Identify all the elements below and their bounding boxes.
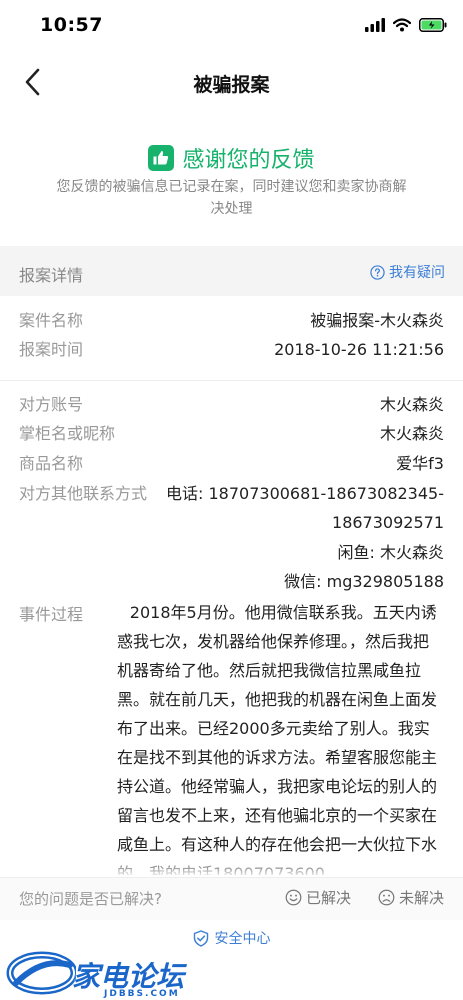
account-row: 对方账号 木火森炎 [19, 393, 444, 417]
unresolved-button[interactable]: 未解决 [378, 887, 444, 908]
section-title: 报案详情 [19, 266, 84, 285]
contact-phone-cont: 18673092571 [332, 513, 444, 532]
nickname-label: 掌柜名或昵称 [19, 424, 116, 443]
help-link-label: 我有疑问 [389, 265, 445, 281]
account-label: 对方账号 [19, 395, 84, 414]
product-value: 爱华f3 [396, 454, 444, 473]
process-label: 事件过程 [19, 605, 84, 624]
contact-xianyu: 闲鱼: 木火森炎 [337, 543, 444, 562]
process-text: 2018年5月份。他用微信联系我。五天内诱惑我七次，发机器给他保养修理。，然后我… [117, 603, 438, 875]
logo-swirl-icon [6, 951, 76, 995]
status-bar: 10:57 [0, 0, 463, 52]
product-label: 商品名称 [19, 454, 84, 473]
contact-wechat: 微信: mg329805188 [284, 572, 444, 591]
report-time-label: 报案时间 [19, 340, 84, 359]
content-fade [0, 855, 463, 877]
resolve-bar: 您的问题是否已解决? 已解决 未解决 [0, 877, 463, 920]
resolved-button[interactable]: 已解决 [285, 887, 351, 908]
nav-bar: 被骗报案 [0, 52, 463, 112]
help-link[interactable]: 我有疑问 [370, 262, 445, 282]
watermark-logo: 家电论坛 JDBBS.COM [6, 945, 306, 1000]
resolve-question: 您的问题是否已解决? [19, 890, 162, 908]
feedback-title: 感谢您的反馈 [182, 148, 315, 173]
case-name-label: 案件名称 [19, 311, 84, 330]
frown-icon [378, 889, 395, 906]
nickname-row: 掌柜名或昵称 木火森炎 [19, 422, 444, 446]
divider [0, 380, 463, 381]
feedback-subtitle: 您反馈的被骗信息已记录在案，同时建议您和卖家协商解决处理 [56, 179, 407, 217]
account-value: 木火森炎 [379, 395, 444, 414]
page-title: 被骗报案 [193, 74, 270, 96]
product-row: 商品名称 爱华f3 [19, 452, 444, 476]
signal-icon [365, 18, 385, 32]
report-time-row: 报案时间 2018-10-26 11:21:56 [19, 338, 444, 362]
shield-icon [193, 929, 208, 947]
smile-icon [285, 889, 302, 906]
nickname-value: 木火森炎 [379, 424, 444, 443]
resolved-label: 已解决 [305, 889, 351, 907]
watermark-subtext: JDBBS.COM [104, 989, 180, 999]
case-name-row: 案件名称 被骗报案-木火森炎 [19, 309, 444, 333]
section-header: 报案详情 我有疑问 [0, 246, 463, 296]
status-time: 10:57 [40, 14, 103, 36]
contact-phone: 电话: 18707300681-18673082345- [166, 484, 444, 503]
feedback-banner: 感谢您的反馈 [0, 142, 463, 174]
thumbs-up-icon [148, 145, 175, 171]
wifi-icon [393, 18, 411, 32]
battery-icon [419, 18, 447, 32]
case-name-value: 被骗报案-木火森炎 [310, 311, 444, 330]
unresolved-label: 未解决 [398, 889, 444, 907]
question-circle-icon [370, 264, 385, 280]
status-icons [365, 18, 447, 32]
report-time-value: 2018-10-26 11:21:56 [274, 340, 444, 359]
contact-label: 对方其他联系方式 [19, 484, 148, 503]
